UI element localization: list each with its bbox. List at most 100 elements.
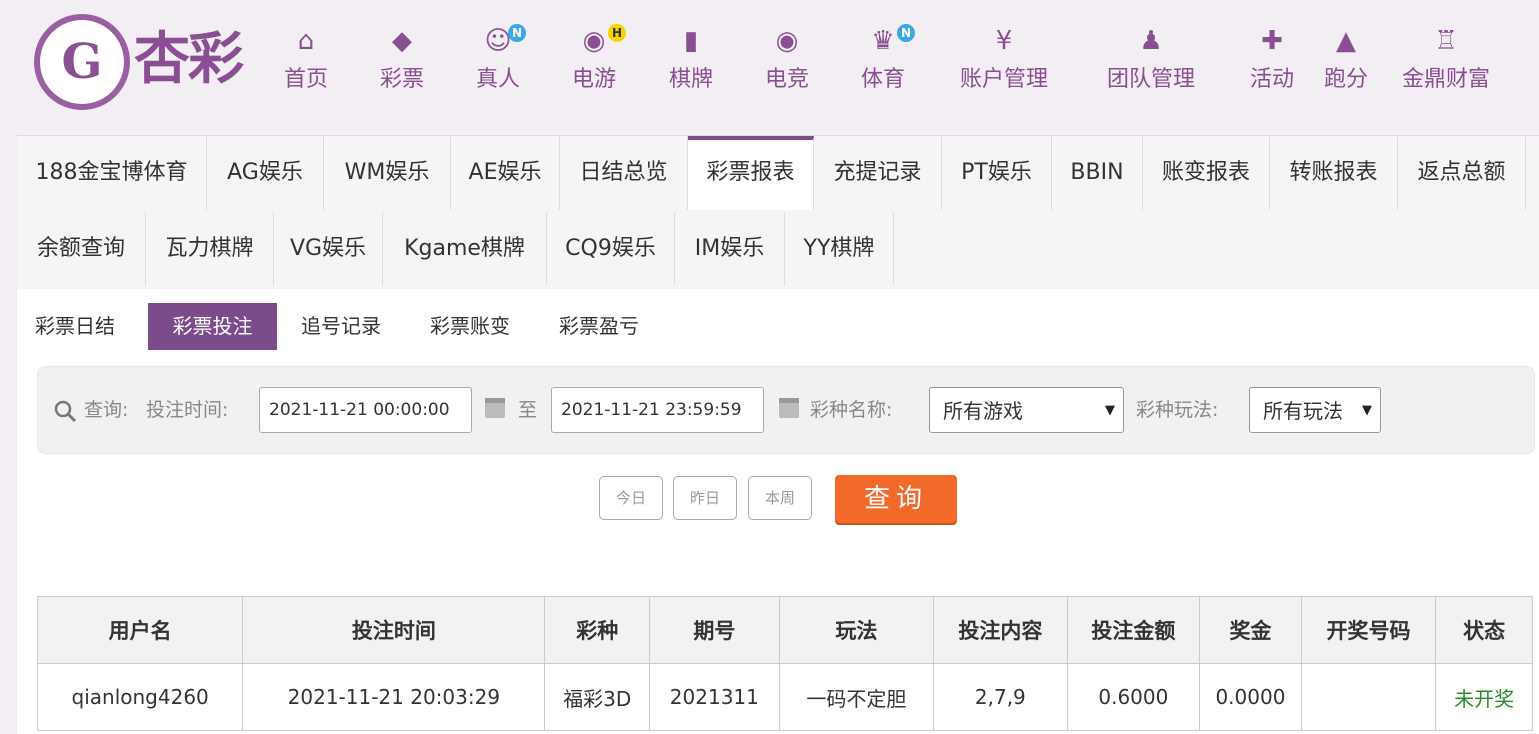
subtab-profit-loss[interactable]: 彩票盈亏 bbox=[549, 303, 649, 350]
cell-bet-time: 2021-11-21 20:03:29 bbox=[242, 663, 546, 731]
game-select-value: 所有游戏 bbox=[943, 399, 1023, 423]
tab-deposit-withdraw[interactable]: 充提记录 bbox=[814, 136, 942, 210]
today-button[interactable]: 今日 bbox=[599, 476, 663, 520]
chart-icon: ▲ bbox=[1336, 26, 1356, 56]
yesterday-button[interactable]: 昨日 bbox=[673, 476, 737, 520]
tab-balance-query[interactable]: 余额查询 bbox=[17, 212, 146, 286]
cell-game: 福彩3D bbox=[544, 663, 651, 731]
nav-label: 活动 bbox=[1249, 67, 1294, 92]
table-header-row: 用户名 投注时间 彩种 期号 玩法 投注内容 投注金额 奖金 开奖号码 状态 bbox=[36, 596, 1533, 664]
chevron-down-icon: ▼ bbox=[1105, 403, 1115, 418]
tab-ae[interactable]: AE娱乐 bbox=[451, 136, 560, 210]
col-issue: 期号 bbox=[649, 596, 780, 664]
hot-badge: H bbox=[608, 24, 626, 42]
logo-text: 杏彩 bbox=[134, 26, 244, 92]
gamepad-icon-wrap: ◉ H bbox=[568, 22, 626, 60]
this-week-button[interactable]: 本周 bbox=[748, 476, 812, 520]
search-icon bbox=[54, 400, 77, 423]
tab-daily-overview[interactable]: 日结总览 bbox=[560, 136, 688, 210]
cards-icon: ▮ bbox=[683, 26, 699, 56]
nav-label: 跑分 bbox=[1323, 67, 1368, 92]
nav-item-team[interactable]: ♟ 团队管理 bbox=[1099, 22, 1203, 108]
tab-wali[interactable]: 瓦力棋牌 bbox=[146, 212, 274, 286]
home-icon: ⌂ bbox=[297, 26, 315, 56]
nav-item-score[interactable]: ▲ 跑分 bbox=[1320, 22, 1372, 108]
ding-vessel-icon: ♖ bbox=[1434, 26, 1458, 56]
nav-item-slots[interactable]: ◉ H 电游 bbox=[568, 22, 626, 108]
calendar-icon[interactable] bbox=[485, 398, 505, 418]
tab-lottery-report[interactable]: 彩票报表 bbox=[688, 136, 814, 210]
cell-username: qianlong4260 bbox=[36, 663, 244, 731]
table-row: qianlong4260 2021-11-21 20:03:29 福彩3D 20… bbox=[36, 663, 1533, 731]
col-prize: 奖金 bbox=[1199, 596, 1302, 664]
cell-status: 未开奖 bbox=[1435, 663, 1533, 731]
nav-label: 体育 bbox=[860, 67, 905, 92]
col-bet-time: 投注时间 bbox=[242, 596, 546, 664]
tab-rebate[interactable]: 返点总额 bbox=[1398, 136, 1526, 210]
esports-controller-icon: ◉ bbox=[775, 26, 799, 56]
cell-draw-number bbox=[1300, 663, 1437, 731]
tab-cq9[interactable]: CQ9娱乐 bbox=[547, 212, 675, 286]
search-button[interactable]: 查询 bbox=[835, 475, 957, 523]
cell-play-type: 一码不定胆 bbox=[778, 663, 935, 731]
tab-vg[interactable]: VG娱乐 bbox=[274, 212, 383, 286]
nav-item-cards[interactable]: ▮ 棋牌 bbox=[665, 22, 717, 108]
nav-label: 团队管理 bbox=[1106, 67, 1195, 92]
subtab-balance-change[interactable]: 彩票账变 bbox=[420, 303, 520, 350]
trophy-icon-wrap: ♛ N bbox=[857, 22, 915, 60]
play-type-select[interactable]: 所有玩法 ▼ bbox=[1249, 387, 1381, 433]
nav-item-wealth[interactable]: ♖ 金鼎财富 bbox=[1394, 22, 1498, 108]
query-label: 查询: bbox=[84, 399, 129, 421]
new-badge: N bbox=[897, 24, 915, 42]
col-draw-number: 开奖号码 bbox=[1300, 596, 1437, 664]
cell-prize: 0.0000 bbox=[1199, 663, 1302, 731]
cell-issue: 2021311 bbox=[649, 663, 780, 731]
col-play-type: 玩法 bbox=[778, 596, 935, 664]
tab-wm[interactable]: WM娱乐 bbox=[324, 136, 451, 210]
subtab-daily[interactable]: 彩票日结 bbox=[29, 303, 121, 350]
ticket-icon: ◆ bbox=[392, 26, 412, 56]
subtab-bets[interactable]: 彩票投注 bbox=[148, 303, 277, 350]
end-time-input[interactable]: 2021-11-21 23:59:59 bbox=[551, 387, 764, 433]
nav-item-account[interactable]: ¥ 账户管理 bbox=[952, 22, 1056, 108]
nav-item-sports[interactable]: ♛ N 体育 bbox=[857, 22, 915, 108]
nav-item-lottery[interactable]: ◆ 彩票 bbox=[376, 22, 428, 108]
bets-table: 用户名 投注时间 彩种 期号 玩法 投注内容 投注金额 奖金 开奖号码 状态 q… bbox=[36, 596, 1533, 731]
nav-item-esports[interactable]: ◉ 电竞 bbox=[761, 22, 813, 108]
to-label: 至 bbox=[518, 399, 538, 421]
site-logo[interactable]: G 杏彩 bbox=[34, 14, 274, 110]
col-username: 用户名 bbox=[36, 596, 244, 664]
nav-item-live[interactable]: ☺ N 真人 bbox=[472, 22, 526, 108]
tab-balance-change[interactable]: 账变报表 bbox=[1143, 136, 1270, 210]
site-header: G 杏彩 ⌂ 首页 ◆ 彩票 ☺ N 真人 ◉ H 电游 ▮ 棋牌 ◉ 电竞 ♛… bbox=[0, 0, 1539, 128]
start-time-input[interactable]: 2021-11-21 00:00:00 bbox=[259, 387, 472, 433]
game-name-label: 彩种名称: bbox=[810, 399, 893, 421]
nav-item-events[interactable]: ✚ 活动 bbox=[1246, 22, 1298, 108]
tab-bbin[interactable]: BBIN bbox=[1052, 136, 1143, 210]
trophy-icon: ♛ bbox=[871, 26, 895, 56]
gamepad-icon: ◉ bbox=[582, 26, 606, 56]
nav-label: 电游 bbox=[571, 67, 616, 92]
logo-mark-icon: G bbox=[34, 14, 130, 110]
tab-kgame[interactable]: Kgame棋牌 bbox=[383, 212, 547, 286]
tab-im[interactable]: IM娱乐 bbox=[675, 212, 785, 286]
nav-label: 首页 bbox=[283, 67, 328, 92]
tab-pt[interactable]: PT娱乐 bbox=[942, 136, 1052, 210]
new-badge: N bbox=[508, 24, 526, 42]
team-icon: ♟ bbox=[1139, 26, 1163, 56]
nav-item-home[interactable]: ⌂ 首页 bbox=[280, 22, 332, 108]
tab-yy[interactable]: YY棋牌 bbox=[785, 212, 894, 286]
tab-ag[interactable]: AG娱乐 bbox=[207, 136, 324, 210]
yen-coin-icon: ¥ bbox=[995, 26, 1013, 56]
gift-icon: ✚ bbox=[1261, 26, 1283, 56]
nav-label: 账户管理 bbox=[959, 67, 1048, 92]
game-select[interactable]: 所有游戏 ▼ bbox=[929, 387, 1124, 433]
cell-bet-content: 2,7,9 bbox=[933, 663, 1068, 731]
tab-transfer[interactable]: 转账报表 bbox=[1270, 136, 1398, 210]
col-bet-amount: 投注金额 bbox=[1066, 596, 1201, 664]
nav-label: 电竞 bbox=[764, 67, 809, 92]
subtab-chase[interactable]: 追号记录 bbox=[291, 303, 391, 350]
calendar-icon[interactable] bbox=[779, 398, 799, 418]
tab-188[interactable]: 188金宝博体育 bbox=[17, 136, 207, 210]
content-panel: 彩票日结 彩票投注 追号记录 彩票账变 彩票盈亏 查询: 投注时间: 2021-… bbox=[17, 289, 1539, 734]
